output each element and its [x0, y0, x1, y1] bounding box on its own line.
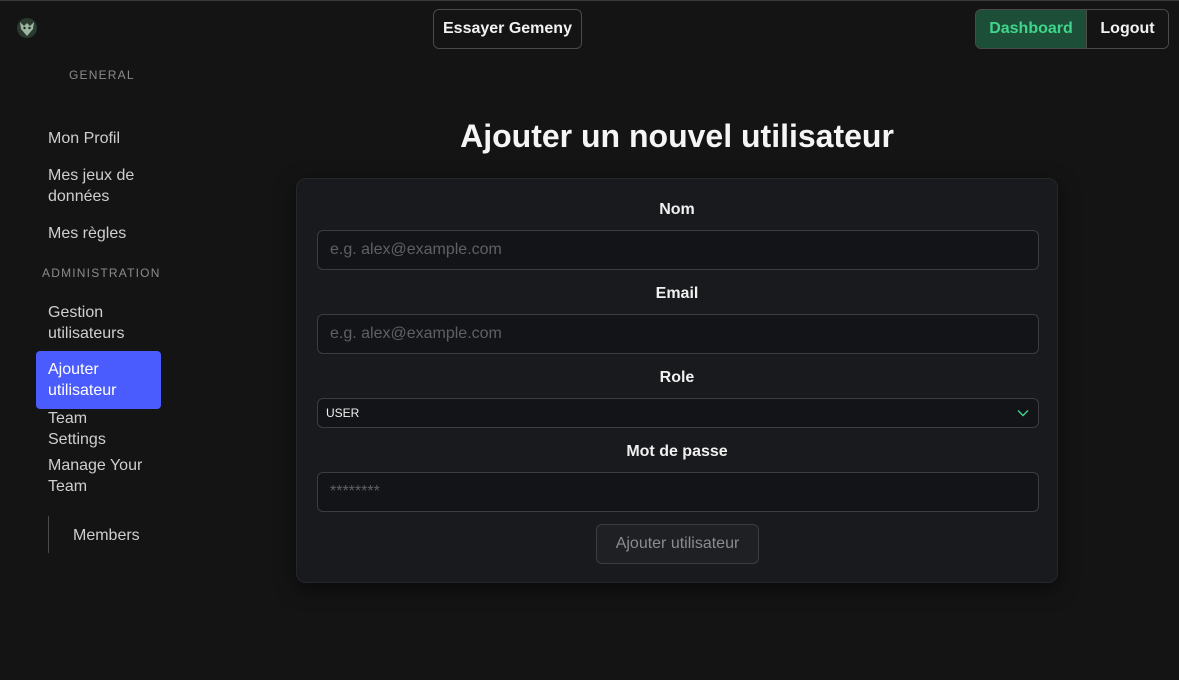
submenu-divider [48, 516, 49, 553]
password-label: Mot de passe [626, 443, 728, 460]
email-input[interactable] [317, 314, 1039, 354]
page-title: Ajouter un nouvel utilisateur [460, 118, 894, 154]
add-user-submit-button[interactable]: Ajouter utilisateur [596, 524, 759, 564]
name-label: Nom [659, 201, 695, 218]
sidebar-section-general: GENERAL [69, 68, 135, 82]
sidebar-item-members[interactable]: Members [61, 525, 161, 546]
sidebar-item-mes-jeux-de-donnees[interactable]: Mes jeux de données [36, 165, 161, 207]
sidebar-section-administration: ADMINISTRATION [42, 266, 161, 280]
dashboard-button[interactable]: Dashboard [976, 10, 1086, 48]
try-gemeny-button[interactable]: Essayer Gemeny [433, 9, 582, 49]
role-select-value: USER [326, 406, 360, 420]
sidebar-item-gestion-utilisateurs[interactable]: Gestion utilisateurs [36, 302, 161, 344]
sidebar-item-mon-profil[interactable]: Mon Profil [36, 128, 161, 149]
logo-icon[interactable] [16, 17, 38, 39]
role-select[interactable]: USER [317, 398, 1039, 428]
header-button-group: Dashboard Logout [975, 9, 1169, 49]
chevron-down-icon [1017, 410, 1029, 417]
logout-button[interactable]: Logout [1086, 10, 1168, 48]
name-input[interactable] [317, 230, 1039, 270]
sidebar-item-team-settings[interactable]: Team Settings [36, 410, 161, 448]
sidebar-item-mes-regles[interactable]: Mes règles [36, 223, 161, 244]
email-label: Email [655, 285, 699, 302]
add-user-form-card: Nom Email Role USER Mot de passe Ajouter… [296, 178, 1058, 583]
top-border [0, 0, 1179, 1]
sidebar-item-ajouter-utilisateur[interactable]: Ajouter utilisateur [36, 351, 161, 409]
sidebar-item-manage-your-team[interactable]: Manage Your Team [36, 455, 161, 497]
role-label: Role [659, 369, 695, 386]
password-input[interactable] [317, 472, 1039, 512]
